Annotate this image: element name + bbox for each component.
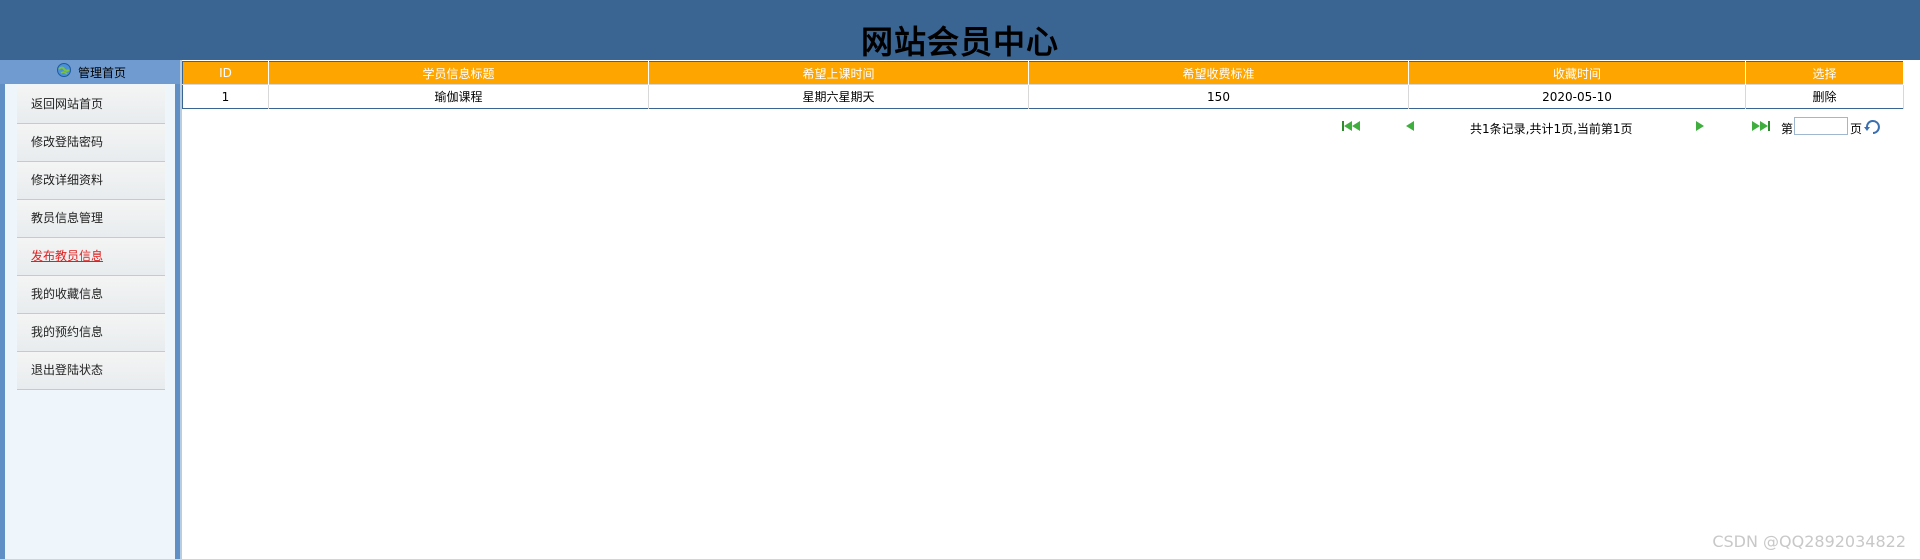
go-refresh-icon[interactable] [1864, 119, 1882, 135]
page-title: 网站会员中心 [860, 23, 1059, 61]
page-suffix-label: 页 [1850, 122, 1863, 136]
page-number-input[interactable] [1794, 117, 1848, 135]
sidebar-item-label: 发布教员信息 [31, 249, 104, 263]
sidebar-item-label: 教员信息管理 [31, 211, 104, 225]
column-header-fee: 希望收费标准 [1028, 61, 1409, 85]
page-prefix-label: 第 [1781, 122, 1794, 136]
sidebar-item-label: 修改详细资料 [31, 173, 104, 187]
next-page-icon[interactable] [1690, 119, 1712, 133]
sidebar-item-label: 返回网站首页 [31, 97, 104, 111]
cell-fee: 150 [1028, 84, 1409, 109]
prev-page-icon[interactable] [1400, 119, 1422, 133]
table-header-row: ID 学员信息标题 希望上课时间 希望收费标准 收藏时间 选择 [182, 61, 1904, 85]
cell-class-time: 星期六星期天 [648, 84, 1029, 109]
column-header-id: ID [182, 61, 269, 85]
favorites-table: ID 学员信息标题 希望上课时间 希望收费标准 收藏时间 选择 1 瑜伽课程 星… [182, 61, 1904, 109]
sidebar-item-favorites[interactable]: 我的收藏信息 [17, 276, 165, 314]
sidebar-item-edit-profile[interactable]: 修改详细资料 [17, 162, 165, 200]
sidebar-item-publish-teacher[interactable]: 发布教员信息 [17, 238, 165, 276]
sidebar-header[interactable]: 管理首页 [0, 60, 180, 84]
first-page-icon[interactable] [1340, 119, 1362, 133]
column-header-select: 选择 [1745, 61, 1904, 85]
sidebar-item-change-password[interactable]: 修改登陆密码 [17, 124, 165, 162]
watermark: CSDN @QQ2892034822 [1712, 532, 1906, 551]
sidebar-item-teacher-manage[interactable]: 教员信息管理 [17, 200, 165, 238]
sidebar-item-appointments[interactable]: 我的预约信息 [17, 314, 165, 352]
sidebar-item-label: 修改登陆密码 [31, 135, 104, 149]
pagination-info: 共1条记录,共计1页,当前第1页 [1470, 122, 1633, 136]
column-header-saved-time: 收藏时间 [1408, 61, 1746, 85]
cell-id: 1 [182, 84, 269, 109]
pagination: 共1条记录,共计1页,当前第1页 第 页 [1340, 117, 1900, 137]
cell-saved-time: 2020-05-10 [1408, 84, 1746, 109]
sidebar-menu: 返回网站首页 修改登陆密码 修改详细资料 教员信息管理 发布教员信息 我的收藏信… [17, 86, 165, 390]
sidebar-head-label: 管理首页 [78, 66, 127, 80]
sidebar-item-label: 我的预约信息 [31, 325, 104, 339]
column-header-class-time: 希望上课时间 [648, 61, 1029, 85]
table-row: 1 瑜伽课程 星期六星期天 150 2020-05-10 删除 [182, 84, 1904, 109]
sidebar-item-label: 退出登陆状态 [31, 363, 104, 377]
last-page-icon[interactable] [1750, 119, 1772, 133]
globe-icon [57, 63, 71, 77]
column-header-title: 学员信息标题 [268, 61, 649, 85]
content-divider [180, 60, 182, 559]
delete-link[interactable]: 删除 [1745, 84, 1904, 109]
sidebar: 管理首页 返回网站首页 修改登陆密码 修改详细资料 教员信息管理 发布教员信息 … [0, 60, 180, 559]
cell-title: 瑜伽课程 [268, 84, 649, 109]
sidebar-item-logout[interactable]: 退出登陆状态 [17, 352, 165, 390]
sidebar-item-home[interactable]: 返回网站首页 [17, 86, 165, 124]
sidebar-item-label: 我的收藏信息 [31, 287, 104, 301]
